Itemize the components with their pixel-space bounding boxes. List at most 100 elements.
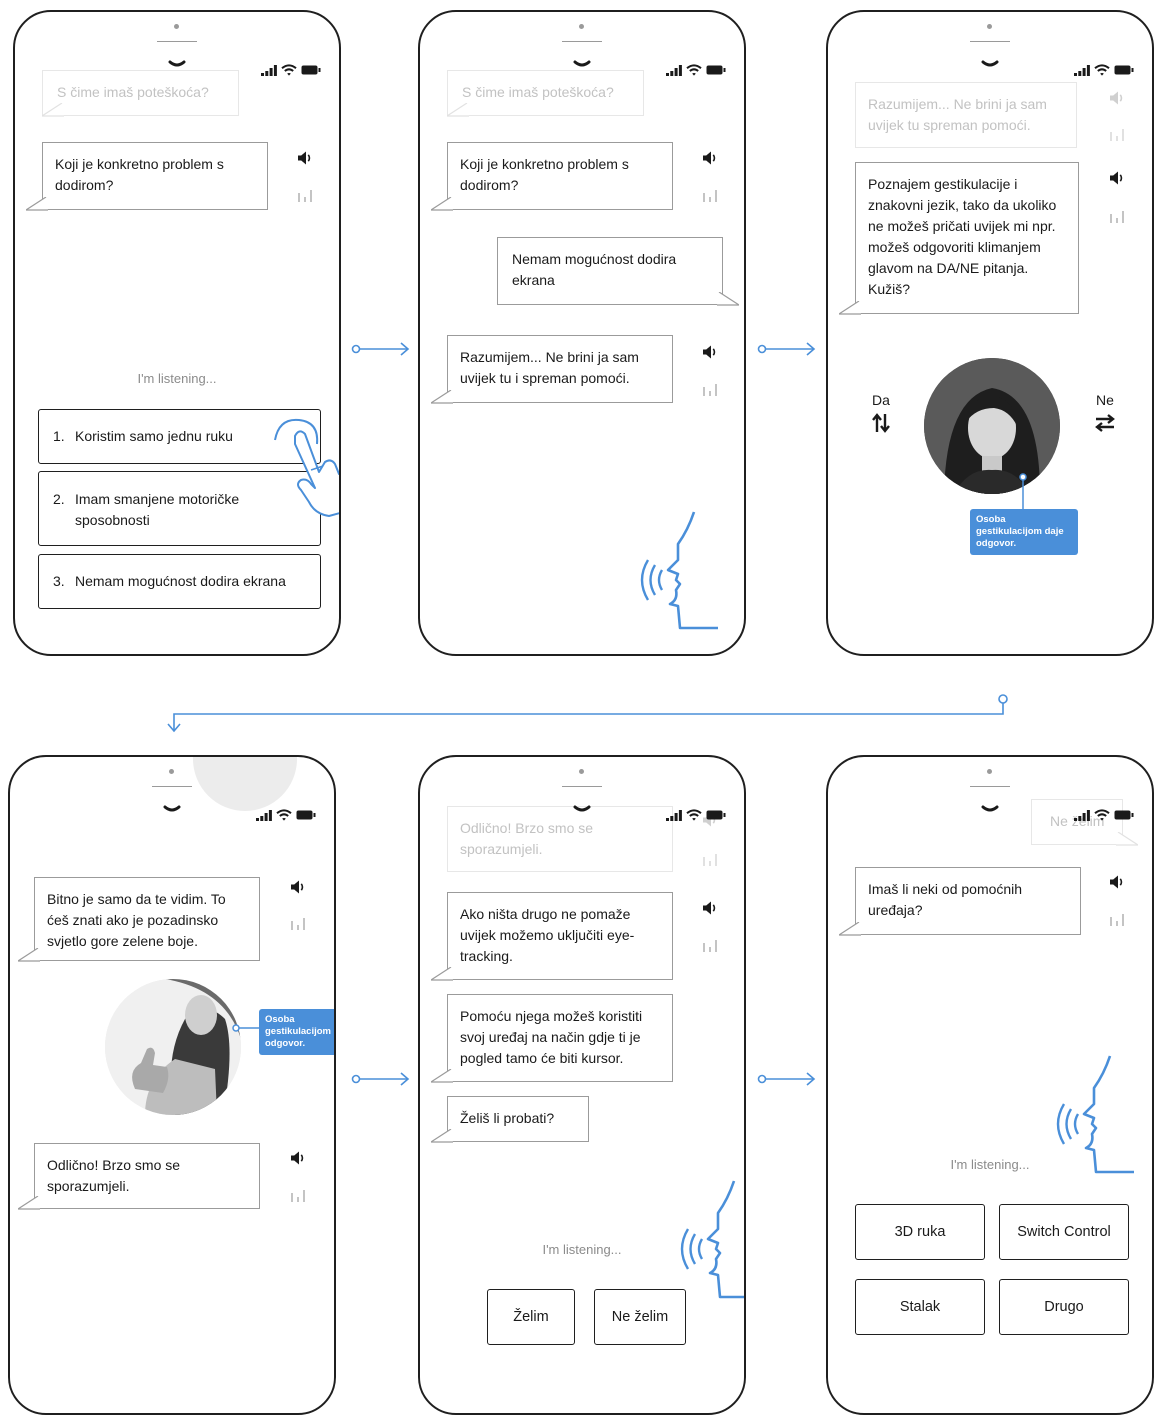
battery-icon bbox=[296, 810, 316, 820]
question-text: Koji je konkretno problem s dodirom? bbox=[460, 156, 629, 193]
speaker-icon[interactable] bbox=[296, 149, 314, 167]
phone-screen-6: Ne želim Imaš li neki od pomoćnih uređaj… bbox=[826, 755, 1154, 1415]
wifi-icon bbox=[281, 64, 297, 76]
device-option-other-button[interactable]: Drugo bbox=[999, 1279, 1129, 1335]
yes-label: Da bbox=[872, 392, 890, 408]
bubble-tail bbox=[1116, 832, 1138, 846]
button-label: Drugo bbox=[1044, 1299, 1084, 1315]
option-number: 2. bbox=[53, 491, 65, 507]
status-bar bbox=[1074, 809, 1134, 821]
yes-indicator[interactable]: Da bbox=[866, 392, 896, 437]
battery-icon bbox=[1114, 65, 1134, 75]
speaker-icon[interactable] bbox=[1108, 873, 1126, 891]
chevron-down-icon[interactable] bbox=[573, 805, 591, 815]
speaker-icon[interactable] bbox=[289, 878, 307, 896]
bubble-tail bbox=[839, 922, 861, 936]
wifi-icon bbox=[1094, 64, 1110, 76]
pointing-hand-icon bbox=[274, 418, 339, 517]
faded-user-bubble: S čime imaš poteškoća? bbox=[42, 70, 239, 116]
faded-message-text: Odlično! Brzo smo se sporazumjeli. bbox=[460, 820, 594, 857]
status-bar bbox=[666, 64, 726, 76]
chevron-down-icon[interactable] bbox=[163, 805, 181, 815]
listening-label: I'm listening... bbox=[950, 1157, 1030, 1172]
camera-dot bbox=[987, 769, 992, 774]
device-option-3d-hand-button[interactable]: 3D ruka bbox=[855, 1204, 985, 1260]
assistant-bubble-question: Koji je konkretno problem s dodirom? bbox=[42, 142, 268, 210]
vertical-arrows-icon bbox=[872, 413, 890, 433]
gesture-tooltip: Osoba gestikulacijom daje odgovor. bbox=[970, 509, 1078, 555]
flow-arrow-5-6 bbox=[757, 1072, 817, 1086]
equalizer-icon bbox=[1108, 911, 1126, 927]
question-text: Koji je konkretno problem s dodirom? bbox=[55, 156, 224, 193]
status-bar bbox=[666, 809, 726, 821]
status-bar bbox=[1074, 64, 1134, 76]
signal-icon bbox=[1074, 810, 1090, 821]
button-label: Stalak bbox=[899, 1299, 941, 1315]
no-indicator[interactable]: Ne bbox=[1090, 392, 1120, 437]
no-label: Ne bbox=[1096, 392, 1114, 408]
no-button[interactable]: Ne želim bbox=[594, 1289, 686, 1345]
woman-avatar bbox=[924, 358, 1060, 494]
bubble-tail bbox=[431, 967, 453, 981]
faded-prompt-text: S čime imaš poteškoća? bbox=[57, 84, 209, 100]
equalizer-icon bbox=[1108, 208, 1126, 224]
message-text: Bitno je samo da te vidim. To ćeš znati … bbox=[47, 891, 226, 949]
bubble-tail bbox=[431, 390, 453, 404]
speaker-icon[interactable] bbox=[701, 343, 719, 361]
bubble-tail bbox=[717, 292, 739, 306]
wifi-icon bbox=[1094, 809, 1110, 821]
equalizer-icon bbox=[296, 187, 314, 203]
yes-button[interactable]: Želim bbox=[487, 1289, 575, 1345]
phone-screen-3: Razumijem... Ne brini ja sam uvijek tu s… bbox=[826, 10, 1154, 656]
bubble-tail bbox=[447, 103, 469, 117]
speaking-face-icon bbox=[1054, 1054, 1134, 1174]
chevron-down-icon[interactable] bbox=[168, 60, 186, 70]
button-label: Switch Control bbox=[1017, 1224, 1111, 1240]
message-text: Želiš li probati? bbox=[460, 1110, 555, 1126]
assistant-bubble-answer: Razumijem... Ne brini ja sam uvijek tu i… bbox=[447, 335, 673, 403]
button-label: 3D ruka bbox=[894, 1224, 946, 1240]
status-bar bbox=[256, 809, 316, 821]
speaker-icon[interactable] bbox=[289, 1149, 307, 1167]
equalizer-icon bbox=[701, 851, 719, 867]
device-option-switch-control-button[interactable]: Switch Control bbox=[999, 1204, 1129, 1260]
wifi-icon bbox=[686, 809, 702, 821]
speaker-grille bbox=[970, 786, 1010, 787]
assistant-bubble-message: Pomoću njega možeš koristiti svoj uređaj… bbox=[447, 994, 673, 1082]
gesture-tooltip: Osoba gestikulacijom daje odgovor. bbox=[259, 1009, 334, 1055]
message-text: Poznajem gestikulacije i znakovni jezik,… bbox=[868, 176, 1057, 297]
chevron-down-icon[interactable] bbox=[981, 60, 999, 70]
assistant-bubble-message: Poznajem gestikulacije i znakovni jezik,… bbox=[855, 162, 1079, 314]
assistant-bubble-message: Ako ništa drugo ne pomaže uvijek možemo … bbox=[447, 892, 673, 980]
wifi-icon bbox=[686, 64, 702, 76]
signal-icon bbox=[1074, 65, 1090, 76]
bubble-tail bbox=[839, 301, 861, 315]
speaker-icon[interactable] bbox=[1108, 169, 1126, 187]
bubble-tail bbox=[42, 103, 64, 117]
listening-label: I'm listening... bbox=[137, 371, 217, 386]
speaker-icon[interactable] bbox=[1108, 89, 1126, 107]
user-reply-text: Nemam mogućnost dodira ekrana bbox=[512, 251, 677, 288]
bubble-tail bbox=[431, 1069, 453, 1083]
no-button-label: Ne želim bbox=[611, 1309, 669, 1325]
faded-message-text: Razumijem... Ne brini ja sam uvijek tu s… bbox=[868, 96, 1047, 133]
speaking-face-icon bbox=[678, 1179, 746, 1299]
equalizer-icon bbox=[701, 187, 719, 203]
bubble-tail bbox=[18, 1196, 40, 1210]
equalizer-icon bbox=[701, 381, 719, 397]
option-3-button[interactable]: 3. Nemam mogućnost dodira ekrana bbox=[38, 554, 321, 609]
speaker-icon[interactable] bbox=[701, 899, 719, 917]
camera-dot bbox=[174, 24, 179, 29]
listening-label: I'm listening... bbox=[542, 1242, 622, 1257]
wifi-icon bbox=[276, 809, 292, 821]
option-label: Koristim samo jednu ruku bbox=[75, 428, 233, 444]
chevron-down-icon[interactable] bbox=[981, 805, 999, 815]
horizontal-arrows-icon bbox=[1095, 414, 1115, 432]
camera-dot bbox=[987, 24, 992, 29]
chevron-down-icon[interactable] bbox=[573, 60, 591, 70]
speaker-icon[interactable] bbox=[701, 149, 719, 167]
answer-text: Razumijem... Ne brini ja sam uvijek tu i… bbox=[460, 349, 639, 386]
tooltip-connector bbox=[232, 1024, 260, 1032]
device-option-stand-button[interactable]: Stalak bbox=[855, 1279, 985, 1335]
phone-screen-1: S čime imaš poteškoća? Koji je konkretno… bbox=[13, 10, 341, 656]
